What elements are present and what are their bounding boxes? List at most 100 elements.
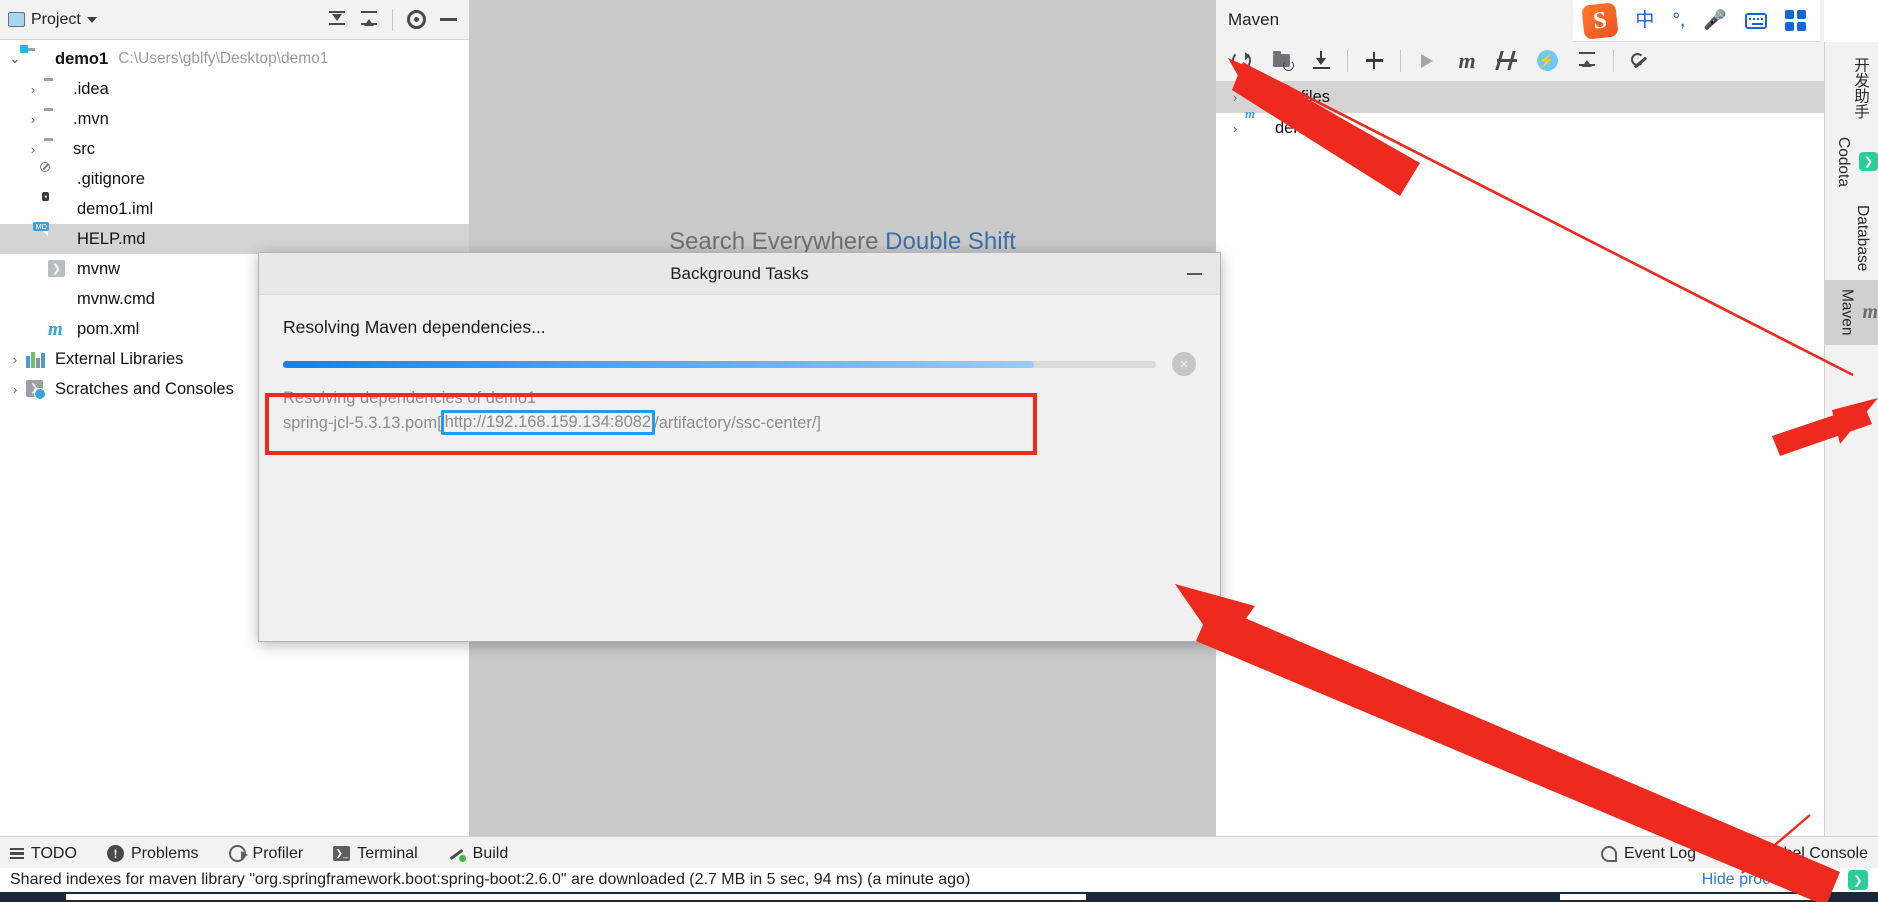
maven-node-profiles[interactable]: › Profiles [1216, 82, 1824, 113]
tab-terminal[interactable]: ❯_ Terminal [333, 845, 418, 863]
tree-node-mvn[interactable]: › .mvn [0, 104, 469, 134]
folder-icon [44, 109, 66, 129]
terminal-tray-icon[interactable]: ❯ [1848, 870, 1868, 890]
sidebar-item-dev-assistant[interactable]: 开发助手 [1825, 48, 1878, 128]
sidebar-item-database[interactable]: Database [1825, 196, 1878, 280]
repository-host-highlight: http://192.168.159.134:8082 [440, 410, 656, 436]
scratches-icon: ❯ [26, 379, 48, 400]
hide-processes-link[interactable]: Hide processes (1) [1702, 871, 1836, 889]
expand-all-button[interactable] [324, 7, 350, 33]
build-icon [448, 845, 466, 862]
chevron-right-icon[interactable]: › [22, 112, 44, 127]
tab-label: Profiler [252, 844, 304, 862]
background-tasks-dialog[interactable]: Background Tasks Resolving Maven depende… [258, 252, 1221, 642]
folder-icon [44, 79, 66, 99]
chevron-right-icon[interactable]: › [4, 382, 26, 397]
sidebar-item-label: Maven [1838, 289, 1856, 336]
tree-node-label: .gitignore [77, 169, 145, 188]
libraries-icon [26, 349, 48, 369]
taskbar-segment [1560, 894, 1820, 900]
tree-node-label: Scratches and Consoles [55, 379, 234, 398]
ime-punctuation-toggle[interactable]: °, [1672, 11, 1685, 30]
status-bar: Shared indexes for maven library "org.sp… [0, 868, 1878, 892]
dialog-body: Resolving Maven dependencies... × Resolv… [259, 295, 1220, 455]
maven-tree: › Profiles › demo1 [1216, 82, 1824, 144]
add-plugin-button[interactable] [1357, 45, 1391, 77]
dialog-title: Background Tasks [670, 263, 809, 283]
right-tool-window-stripe: 开发助手 ❯ Codota Database m Maven [1824, 42, 1878, 838]
settings-button[interactable] [403, 7, 429, 33]
sidebar-item-codota[interactable]: ❯ Codota [1825, 128, 1878, 196]
status-message: Shared indexes for maven library "org.sp… [10, 871, 971, 888]
tree-node-label: pom.xml [77, 319, 140, 338]
tree-node-demo1-iml[interactable]: ▪ demo1.iml [0, 192, 469, 224]
task-detail-line-2: spring-jcl-5.3.13.pom [ http://192.168.1… [283, 410, 1196, 436]
maven-settings-button[interactable] [1623, 45, 1657, 77]
header-divider [392, 8, 393, 31]
tree-node-idea[interactable]: › .idea [0, 74, 469, 104]
gear-icon [406, 10, 426, 29]
minimize-icon[interactable] [1184, 266, 1204, 282]
apps-icon[interactable] [1785, 10, 1806, 31]
tab-profiler[interactable]: Profiler [228, 844, 304, 863]
profiler-icon [228, 845, 248, 862]
chevron-right-icon[interactable]: › [22, 142, 44, 157]
tab-todo[interactable]: TODO [10, 845, 77, 863]
maven-node-label: demo1 [1275, 119, 1326, 137]
tab-build[interactable]: Build [448, 845, 508, 863]
tree-node-src[interactable]: › src [0, 134, 469, 164]
keyboard-icon[interactable] [1745, 12, 1767, 29]
toggle-offline-mode-button[interactable]: ⚡ [1530, 45, 1564, 77]
jrebel-icon [1730, 845, 1748, 864]
folder-icon [44, 139, 66, 159]
hide-panel-button[interactable] [435, 7, 461, 33]
tree-node-gitignore[interactable]: .gitignore [0, 162, 469, 194]
chevron-down-icon[interactable] [86, 16, 97, 23]
collapse-all-icon [359, 10, 379, 29]
maven-toolbar: m ⚡ [1216, 40, 1824, 82]
chevron-down-icon[interactable]: ⌄ [4, 51, 26, 67]
ide-window: Project ⌄ demo1 C:\Users\gblfy\Desktop\d… [0, 0, 1878, 902]
ime-language-toggle[interactable]: 中 [1635, 11, 1654, 30]
execute-maven-goal-button[interactable]: m [1450, 45, 1484, 77]
tree-node-label: mvnw [77, 259, 121, 278]
tab-problems[interactable]: ! Problems [106, 844, 199, 863]
reload-all-projects-button[interactable] [1224, 45, 1258, 77]
cancel-task-button[interactable]: × [1172, 352, 1196, 376]
maven-panel-title: Maven [1228, 10, 1280, 29]
tab-event-log[interactable]: Event Log [1600, 845, 1696, 863]
sidebar-item-maven[interactable]: m Maven [1825, 280, 1878, 345]
maven-node-demo1[interactable]: › demo1 [1216, 113, 1824, 144]
chevron-right-icon[interactable]: › [22, 82, 44, 97]
tree-node-path: C:\Users\gblfy\Desktop\demo1 [118, 50, 329, 67]
gitignore-file-icon [40, 162, 70, 189]
profiles-icon [1246, 88, 1268, 108]
dialog-title-bar: Background Tasks [259, 253, 1220, 295]
collapse-all-button[interactable] [356, 7, 382, 33]
collapse-all-icon [1577, 51, 1597, 70]
cmd-file-icon [48, 289, 70, 309]
mic-icon[interactable]: 🎤 [1703, 11, 1727, 30]
maven-m-icon: m [1862, 301, 1878, 324]
chevron-right-icon[interactable]: › [4, 352, 26, 367]
progress-row: × [283, 352, 1196, 376]
codota-icon: ❯ [1859, 152, 1878, 172]
collapse-all-button[interactable] [1570, 45, 1604, 77]
add-maven-project-button[interactable] [1264, 45, 1298, 77]
event-log-icon [1600, 845, 1617, 862]
play-icon [1421, 53, 1433, 68]
tree-node-label: .mvn [73, 109, 109, 128]
tab-label: TODO [31, 844, 77, 862]
terminal-icon: ❯_ [333, 846, 351, 861]
bottom-tool-tabs: TODO ! Problems Profiler ❯_ Terminal Bui… [0, 836, 1878, 870]
tree-node-help-md[interactable]: MD HELP.md [0, 222, 469, 254]
toggle-skip-tests-button[interactable] [1490, 45, 1524, 77]
tab-label: Problems [130, 844, 199, 862]
tab-jrebel-console[interactable]: JRebel Console [1730, 845, 1868, 864]
chevron-right-icon[interactable]: › [1224, 90, 1246, 105]
download-sources-button[interactable] [1304, 45, 1338, 77]
run-button[interactable] [1410, 45, 1444, 77]
tree-node-demo1[interactable]: ⌄ demo1 C:\Users\gblfy\Desktop\demo1 [0, 44, 469, 74]
sogou-logo-icon[interactable]: S [1581, 1, 1620, 40]
bracket-close: ] [816, 413, 821, 432]
